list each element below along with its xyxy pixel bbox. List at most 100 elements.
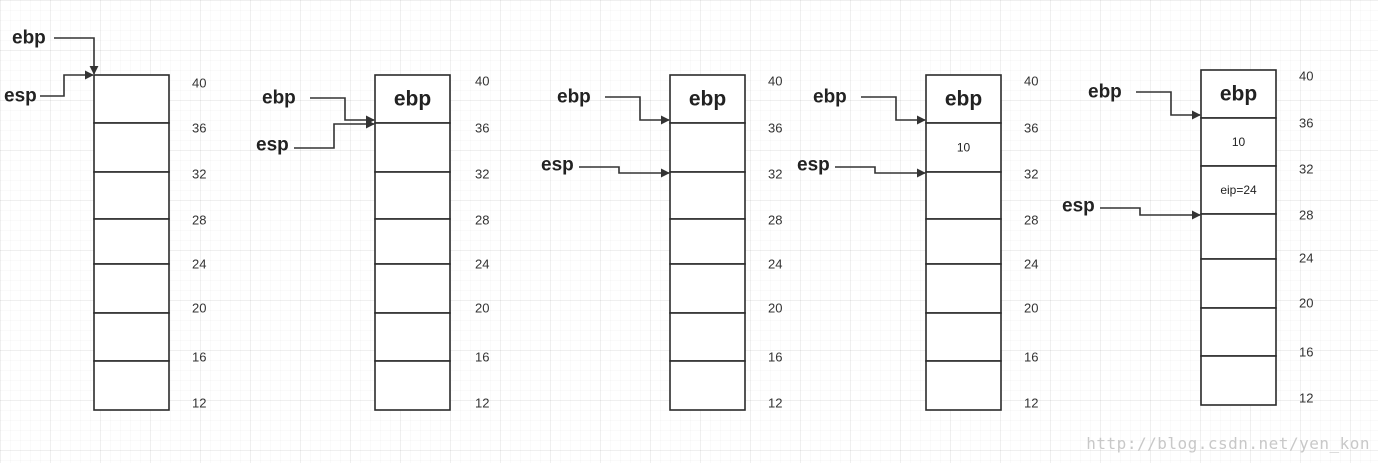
address-label: 12 xyxy=(1024,396,1038,411)
address-label: 36 xyxy=(1299,116,1313,131)
stack-cell xyxy=(1200,355,1277,406)
stack-cell xyxy=(925,171,1002,220)
esp-label: esp xyxy=(4,86,37,107)
esp-label: esp xyxy=(541,155,574,176)
stack-cell xyxy=(669,263,746,314)
address-label: 20 xyxy=(475,301,489,316)
stack-diagram: 40 36 32 28 24 20 16 12 ebp esp ebp 40 36 32 28 24 20 16 1… xyxy=(4,28,1313,411)
address-label: 40 xyxy=(768,74,782,89)
ebp-label: ebp xyxy=(12,28,46,49)
stack-cell xyxy=(93,74,170,124)
esp-label: esp xyxy=(256,135,289,156)
esp-pointer-arrow xyxy=(835,166,926,178)
address-label: 28 xyxy=(1299,208,1313,223)
address-label: 24 xyxy=(475,257,489,272)
stack-cell xyxy=(1200,258,1277,309)
address-label: 16 xyxy=(192,350,206,365)
watermark-text: http://blog.csdn.net/yen_kon xyxy=(1086,434,1370,453)
address-label: 12 xyxy=(1299,391,1313,406)
stack-cell xyxy=(925,360,1002,411)
address-label: 24 xyxy=(192,257,206,272)
address-label: 32 xyxy=(192,167,206,182)
stack-cell xyxy=(925,263,1002,314)
stack-cell xyxy=(93,218,170,265)
ebp-pointer-arrow xyxy=(605,96,670,125)
stack-cell xyxy=(669,360,746,411)
stack-snapshot-1: 40 36 32 28 24 20 16 12 ebp esp xyxy=(4,28,206,411)
address-label: 20 xyxy=(192,301,206,316)
address-label: 28 xyxy=(192,213,206,228)
address-label: 16 xyxy=(768,350,782,365)
stack-snapshot-4: ebp 10 40 36 32 28 24 20 16 12 ebp esp xyxy=(797,74,1038,411)
address-label: 16 xyxy=(1299,345,1313,360)
esp-pointer-arrow xyxy=(294,119,375,149)
esp-label: esp xyxy=(1062,196,1095,217)
address-label: 12 xyxy=(475,396,489,411)
ebp-pointer-arrow xyxy=(310,97,375,125)
address-label: 40 xyxy=(475,74,489,89)
address-label: 40 xyxy=(1024,74,1038,89)
stack-cell xyxy=(1200,307,1277,357)
stack-cell xyxy=(374,218,451,265)
stack-cell-value: ebp xyxy=(394,88,431,111)
address-label: 20 xyxy=(1299,296,1313,311)
stack-cell-value: ebp xyxy=(945,88,982,111)
stack-cell xyxy=(925,312,1002,362)
stack-cell xyxy=(93,171,170,220)
ebp-pointer-arrow xyxy=(1136,91,1201,120)
stack-cell xyxy=(374,360,451,411)
stack-cell xyxy=(669,122,746,173)
stack-cell xyxy=(669,218,746,265)
address-label: 16 xyxy=(1024,350,1038,365)
address-label: 36 xyxy=(1024,121,1038,136)
address-label: 36 xyxy=(768,121,782,136)
address-label: 28 xyxy=(768,213,782,228)
stack-cell xyxy=(925,218,1002,265)
stack-cell xyxy=(93,360,170,411)
stack-cell-value: ebp xyxy=(689,88,726,111)
ebp-label: ebp xyxy=(813,87,847,108)
stack-snapshot-5: ebp 10 eip=24 40 36 32 28 24 20 16 12 ebp esp xyxy=(1062,69,1313,406)
stack-cell-value: 10 xyxy=(1232,135,1246,149)
ebp-pointer-arrow xyxy=(861,96,926,125)
address-label: 20 xyxy=(768,301,782,316)
address-label: 36 xyxy=(475,121,489,136)
stack-cell xyxy=(374,171,451,220)
address-label: 32 xyxy=(475,167,489,182)
address-label: 32 xyxy=(768,167,782,182)
stack-cell xyxy=(93,122,170,173)
stack-cell-value: eip=24 xyxy=(1220,183,1257,197)
stack-snapshot-3: ebp 40 36 32 28 24 20 16 12 ebp esp xyxy=(541,74,782,411)
address-label: 12 xyxy=(768,396,782,411)
ebp-label: ebp xyxy=(1088,82,1122,103)
address-label: 24 xyxy=(768,257,782,272)
address-label: 12 xyxy=(192,396,206,411)
address-label: 28 xyxy=(1024,213,1038,228)
stack-cell-value: 10 xyxy=(957,141,971,155)
stack-cell xyxy=(93,263,170,314)
stack-cell xyxy=(669,312,746,362)
stack-cell xyxy=(374,312,451,362)
address-label: 24 xyxy=(1024,257,1038,272)
address-label: 24 xyxy=(1299,251,1313,266)
ebp-label: ebp xyxy=(262,88,296,109)
address-label: 32 xyxy=(1024,167,1038,182)
address-label: 32 xyxy=(1299,162,1313,177)
stack-cell xyxy=(1200,213,1277,260)
stack-cell-value: ebp xyxy=(1220,83,1257,106)
esp-label: esp xyxy=(797,155,830,176)
address-label: 16 xyxy=(475,350,489,365)
ebp-pointer-arrow xyxy=(54,37,99,75)
stack-cell xyxy=(374,122,451,173)
esp-pointer-arrow xyxy=(1100,207,1201,220)
esp-pointer-arrow xyxy=(40,70,94,97)
address-label: 20 xyxy=(1024,301,1038,316)
address-label: 40 xyxy=(192,76,206,91)
address-label: 36 xyxy=(192,121,206,136)
address-label: 28 xyxy=(475,213,489,228)
stack-cell xyxy=(93,312,170,362)
stack-cell xyxy=(669,171,746,220)
address-label: 40 xyxy=(1299,69,1313,84)
stack-cell xyxy=(374,263,451,314)
ebp-label: ebp xyxy=(557,87,591,108)
